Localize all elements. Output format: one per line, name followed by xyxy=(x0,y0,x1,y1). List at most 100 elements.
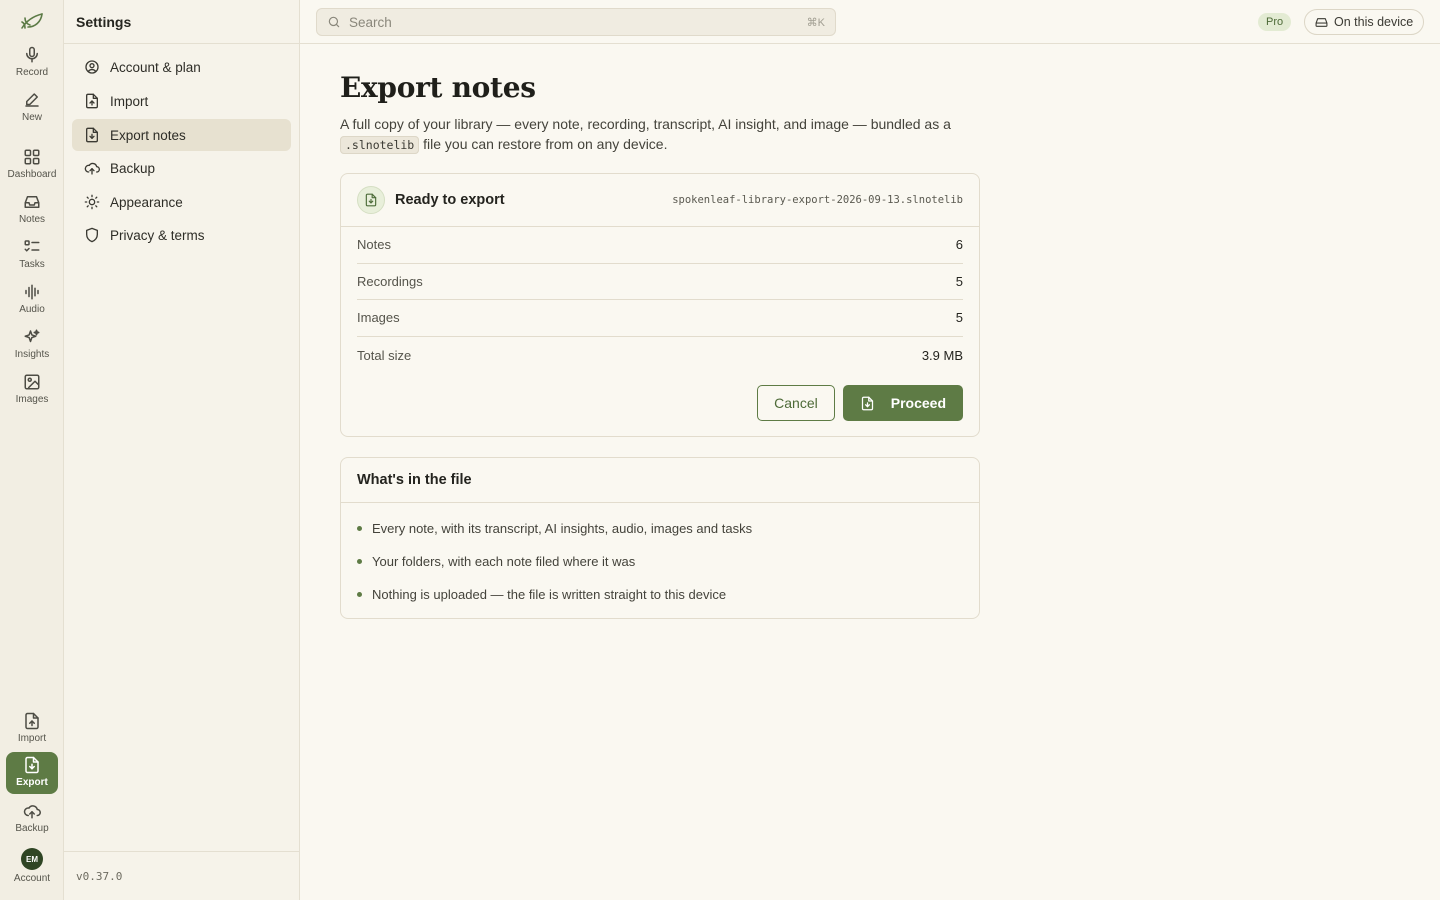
stat-value: 5 xyxy=(955,273,963,289)
shield-icon xyxy=(86,227,98,243)
sidebar-item-label: Appearance xyxy=(110,194,183,210)
file-export-icon xyxy=(357,186,385,214)
user-circle-icon xyxy=(85,60,99,74)
rail-dashboard-button[interactable]: Dashboard xyxy=(6,144,58,186)
rail-new-label: New xyxy=(21,112,42,123)
stat-value: 3.9 MB xyxy=(921,347,963,363)
mic-icon xyxy=(26,46,38,63)
rail-audio-button[interactable]: Audio xyxy=(6,279,58,321)
rail-notes-label: Notes xyxy=(18,214,46,225)
file-import-icon xyxy=(25,712,39,730)
rail-audio-label: Audio xyxy=(19,304,45,315)
search-placeholder: Search xyxy=(349,14,392,30)
storage-location-label: On this device xyxy=(1334,15,1414,29)
search-shortcut: ⌘K xyxy=(806,16,825,29)
rail-images-button[interactable]: Images xyxy=(6,369,58,411)
file-contents-title: What's in the file xyxy=(357,472,472,488)
sidebar-item-export-notes[interactable]: Export notes xyxy=(72,119,291,151)
settings-title: Settings xyxy=(64,0,299,44)
list-item-text: Your folders, with each note filed where… xyxy=(372,554,636,569)
file-contents-header: What's in the file xyxy=(341,458,979,503)
rail-new-button[interactable]: New xyxy=(6,87,58,129)
stat-label: Recordings xyxy=(357,273,423,289)
stat-row-images: Images 5 xyxy=(357,300,963,337)
search-input[interactable]: Search ⌘K xyxy=(316,8,836,36)
cloud-upload-icon xyxy=(84,162,100,175)
rail-dashboard-label: Dashboard xyxy=(7,169,57,180)
rail-export-button[interactable]: Export xyxy=(6,752,58,794)
rail-export-label: Export xyxy=(16,777,48,788)
proceed-button[interactable]: Proceed xyxy=(842,385,963,421)
sun-icon xyxy=(84,194,100,210)
rail-import-label: Import xyxy=(17,733,47,744)
file-export-icon xyxy=(25,756,39,774)
export-actions: Cancel Proceed xyxy=(757,385,963,421)
image-icon xyxy=(24,374,40,390)
cloud-upload-icon xyxy=(23,805,41,819)
rail-account-label: Account xyxy=(13,873,51,884)
list-item-text: Nothing is uploaded — the file is writte… xyxy=(372,587,727,602)
cancel-button[interactable]: Cancel xyxy=(757,385,835,421)
hard-drive-icon xyxy=(1315,17,1328,27)
file-extension-code: .slnotelib xyxy=(340,136,420,154)
list-item: Your folders, with each note filed where… xyxy=(357,545,963,578)
app-rail: Record New Dashboard Notes Tasks Audio I… xyxy=(0,0,64,900)
rail-notes-button[interactable]: Notes xyxy=(6,189,58,231)
rail-tasks-label: Tasks xyxy=(19,259,45,270)
settings-sidebar: Settings Account & plan Import Export no… xyxy=(64,0,300,900)
sidebar-item-backup[interactable]: Backup xyxy=(72,152,291,184)
rail-record-button[interactable]: Record xyxy=(6,42,58,84)
stat-value: 6 xyxy=(955,237,963,253)
rail-backup-label: Backup xyxy=(15,823,49,834)
grid-icon xyxy=(24,149,40,165)
bullet-icon xyxy=(357,559,362,564)
plan-badge: Pro xyxy=(1258,13,1292,31)
rail-images-label: Images xyxy=(15,394,49,405)
sidebar-item-label: Import xyxy=(110,93,149,109)
export-file-name: spokenleaf-library-export-2026-09-13.sln… xyxy=(672,194,963,206)
stat-row-notes: Notes 6 xyxy=(357,227,963,264)
rail-record-label: Record xyxy=(15,67,49,78)
description-text-end: file you can restore from on any device. xyxy=(423,136,668,152)
sparkles-icon xyxy=(24,329,40,343)
top-bar: Search ⌘K Pro On this device xyxy=(300,0,1440,44)
stat-label: Images xyxy=(357,310,400,326)
rail-insights-button[interactable]: Insights xyxy=(6,324,58,366)
storage-location-button[interactable]: On this device xyxy=(1304,9,1425,35)
sidebar-item-appearance[interactable]: Appearance xyxy=(72,186,291,218)
sidebar-item-import[interactable]: Import xyxy=(72,85,291,117)
export-stats: Notes 6 Recordings 5 Images 5 Total size… xyxy=(341,227,979,373)
sidebar-item-label: Account & plan xyxy=(110,59,201,75)
inbox-icon xyxy=(24,196,40,208)
leaf-logo-icon[interactable] xyxy=(19,10,45,32)
file-contents-card: What's in the file Every note, with its … xyxy=(340,457,980,619)
sidebar-item-label: Backup xyxy=(110,160,156,176)
search-icon xyxy=(328,16,340,28)
rail-backup-button[interactable]: Backup xyxy=(6,798,58,840)
app-version: v0.37.0 xyxy=(64,851,299,900)
sidebar-item-privacy-terms[interactable]: Privacy & terms xyxy=(72,219,291,251)
file-import-icon xyxy=(86,93,98,109)
bullet-icon xyxy=(357,592,362,597)
sidebar-item-label: Export notes xyxy=(110,127,186,143)
sidebar-item-account-plan[interactable]: Account & plan xyxy=(72,51,291,83)
sidebar-item-label: Privacy & terms xyxy=(110,227,205,243)
list-item: Every note, with its transcript, AI insi… xyxy=(357,512,963,545)
file-export-icon xyxy=(861,396,873,410)
file-contents-list: Every note, with its transcript, AI insi… xyxy=(341,503,979,620)
rail-tasks-button[interactable]: Tasks xyxy=(6,234,58,276)
export-card-title: Ready to export xyxy=(395,192,505,208)
rail-account-button[interactable]: EM Account xyxy=(6,844,58,886)
export-summary-card: Ready to export spokenleaf-library-expor… xyxy=(340,173,980,437)
stat-row-recordings: Recordings 5 xyxy=(357,264,963,301)
rail-insights-label: Insights xyxy=(14,349,50,360)
list-item: Nothing is uploaded — the file is writte… xyxy=(357,578,963,611)
list-item-text: Every note, with its transcript, AI insi… xyxy=(372,521,753,536)
stat-row-total-size: Total size 3.9 MB xyxy=(357,337,963,374)
checklist-icon xyxy=(24,240,40,252)
rail-import-button[interactable]: Import xyxy=(6,708,58,750)
page-title: Export notes xyxy=(340,71,536,104)
stat-value: 5 xyxy=(955,310,963,326)
avatar: EM xyxy=(21,848,43,870)
stat-label: Total size xyxy=(357,347,412,363)
